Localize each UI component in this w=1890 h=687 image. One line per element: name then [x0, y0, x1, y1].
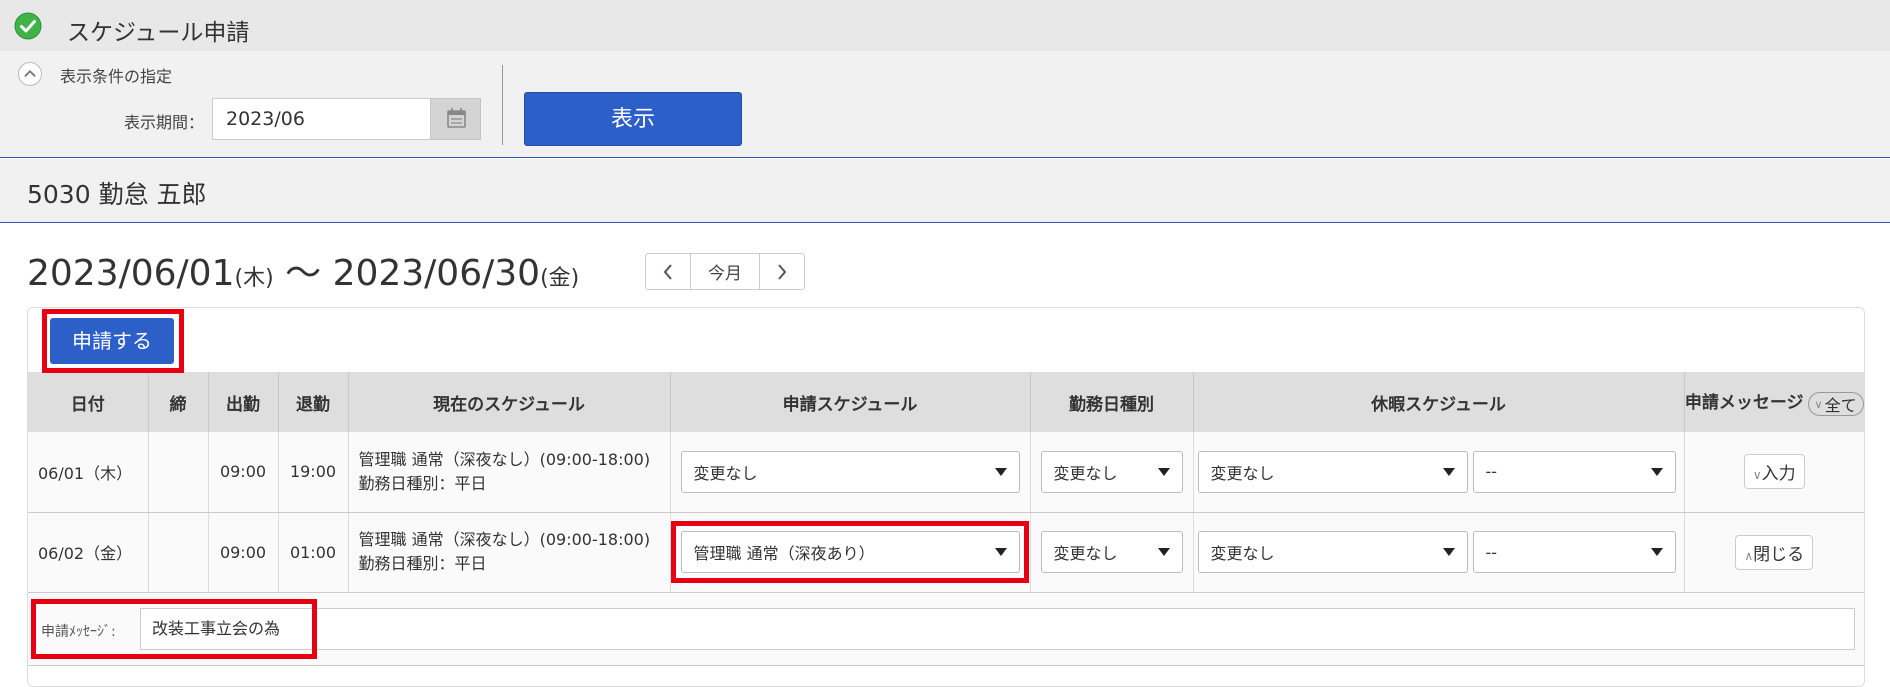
- row-message: ∧閉じる: [1684, 512, 1864, 593]
- col-date: 日付: [28, 372, 149, 432]
- date-range: 2023/06/01(木) 〜 2023/06/30(金): [27, 244, 579, 296]
- col-message-label: 申請メッセージ: [1684, 392, 1804, 413]
- conditions-label[interactable]: 表示条件の指定: [60, 63, 172, 87]
- chevron-up-icon: ∧: [1744, 548, 1754, 563]
- row-day-type: 変更なし: [1030, 512, 1194, 593]
- row-apply-schedule: 変更なし: [670, 432, 1031, 513]
- caret-down-icon: [1650, 548, 1663, 556]
- message-input-button[interactable]: ∨入力: [1743, 454, 1805, 490]
- chevron-up-icon[interactable]: [18, 62, 42, 86]
- select-value: 変更なし: [693, 463, 758, 483]
- row-day-type: 変更なし: [1030, 432, 1194, 513]
- title-bar: スケジュール申請: [0, 0, 1890, 51]
- select-value: 変更なし: [1210, 544, 1275, 563]
- caret-down-icon: [994, 467, 1007, 476]
- table-row: 06/01（木） 09:00 19:00 管理職 通常（深夜なし）(09:00-…: [28, 432, 1864, 513]
- day-type-select[interactable]: 変更なし: [1040, 531, 1183, 573]
- schedule-line2: 勤務日種別：平日: [358, 473, 487, 493]
- range-end-dow: (金): [540, 266, 580, 291]
- col-day-type: 勤務日種別: [1030, 372, 1194, 432]
- calendar-icon: [447, 108, 466, 128]
- row-date: 06/01（木）: [28, 432, 149, 513]
- range-start: 2023/06/01: [27, 253, 235, 294]
- leave-detail-select[interactable]: --: [1472, 531, 1676, 573]
- schedule-line1: 管理職 通常（深夜なし）(09:00-18:00): [358, 530, 651, 549]
- leave-select[interactable]: 変更なし: [1197, 531, 1468, 573]
- caret-down-icon: [1157, 467, 1170, 476]
- schedule-line1: 管理職 通常（深夜なし）(09:00-18:00): [358, 449, 651, 469]
- employee-name: 5030 勤怠 五郎: [27, 180, 207, 209]
- row-in: 09:00: [208, 432, 279, 513]
- row-leave-schedule: 変更なし --: [1193, 512, 1685, 593]
- col-apply-schedule: 申請スケジュール: [670, 372, 1031, 432]
- conditions-panel: 表示条件の指定 表示期間： 2023/06 表示: [0, 51, 1890, 158]
- select-value: 変更なし: [1053, 544, 1118, 563]
- divider: [502, 65, 503, 145]
- row-current-schedule: 管理職 通常（深夜なし）(09:00-18:00) 勤務日種別：平日: [348, 432, 671, 513]
- select-value: --: [1485, 462, 1498, 482]
- schedule-line2: 勤務日種別：平日: [358, 554, 487, 573]
- expand-all-label: 全て: [1824, 396, 1857, 416]
- row-out: 19:00: [278, 432, 349, 513]
- show-button[interactable]: 表示: [524, 92, 742, 146]
- col-out: 退勤: [278, 372, 349, 432]
- caret-down-icon: [1442, 548, 1455, 556]
- range-end: 2023/06/30: [332, 253, 541, 294]
- col-message: 申請メッセージ ∨ 全て: [1684, 372, 1864, 432]
- leave-select[interactable]: 変更なし: [1197, 450, 1468, 493]
- row-out: 01:00: [278, 512, 349, 593]
- day-type-select[interactable]: 変更なし: [1040, 450, 1183, 493]
- apply-schedule-select[interactable]: 変更なし: [680, 450, 1020, 493]
- month-pager: 今月: [645, 253, 805, 290]
- check-circle-icon: [14, 12, 42, 40]
- row-close: [148, 512, 209, 593]
- select-value: 変更なし: [1053, 463, 1118, 483]
- highlight-apply-button: [42, 309, 184, 373]
- period-input[interactable]: 2023/06: [212, 98, 431, 140]
- caret-down-icon: [1442, 467, 1455, 476]
- chevron-down-icon: ∨: [1752, 468, 1762, 483]
- row-in: 09:00: [208, 512, 279, 593]
- highlight-message: [31, 599, 317, 659]
- period-label: 表示期間：: [124, 113, 205, 132]
- message-button-label: 閉じる: [1753, 544, 1805, 565]
- caret-down-icon: [1650, 467, 1663, 476]
- chevron-left-icon: [663, 263, 672, 280]
- calendar-button[interactable]: [430, 98, 481, 140]
- col-close: 締: [148, 372, 209, 432]
- row-message: ∨入力: [1684, 432, 1864, 513]
- table-header: 日付 締 出勤 退勤 現在のスケジュール 申請スケジュール 勤務日種別 休暇スケ…: [28, 372, 1864, 432]
- range-separator: 〜: [273, 253, 333, 294]
- range-start-dow: (木): [234, 266, 274, 291]
- employee-bar: 5030 勤怠 五郎: [0, 159, 1890, 223]
- col-leave-schedule: 休暇スケジュール: [1193, 372, 1685, 432]
- select-value: --: [1485, 542, 1498, 562]
- leave-detail-select[interactable]: --: [1472, 450, 1676, 493]
- row-date: 06/02（金）: [28, 512, 149, 593]
- row-current-schedule: 管理職 通常（深夜なし）(09:00-18:00) 勤務日種別：平日: [348, 512, 671, 593]
- row-close: [148, 432, 209, 513]
- chevron-down-icon: ∨: [1814, 397, 1823, 411]
- select-value: 変更なし: [1210, 463, 1275, 483]
- row-leave-schedule: 変更なし --: [1193, 432, 1685, 513]
- message-input[interactable]: 改装工事立会の為: [140, 608, 1855, 650]
- caret-down-icon: [1157, 548, 1170, 556]
- chevron-right-icon: [778, 263, 787, 280]
- col-in: 出勤: [208, 372, 279, 432]
- prev-month-button[interactable]: [646, 254, 690, 289]
- col-current-schedule: 現在のスケジュール: [348, 372, 671, 432]
- message-button-label: 入力: [1761, 464, 1796, 485]
- page-title: スケジュール申請: [67, 20, 250, 46]
- message-close-button[interactable]: ∧閉じる: [1735, 534, 1814, 570]
- next-month-button[interactable]: [760, 254, 804, 289]
- highlight-apply-schedule: [671, 521, 1029, 583]
- this-month-button[interactable]: 今月: [690, 254, 760, 289]
- expand-all-toggle[interactable]: ∨ 全て: [1807, 392, 1864, 417]
